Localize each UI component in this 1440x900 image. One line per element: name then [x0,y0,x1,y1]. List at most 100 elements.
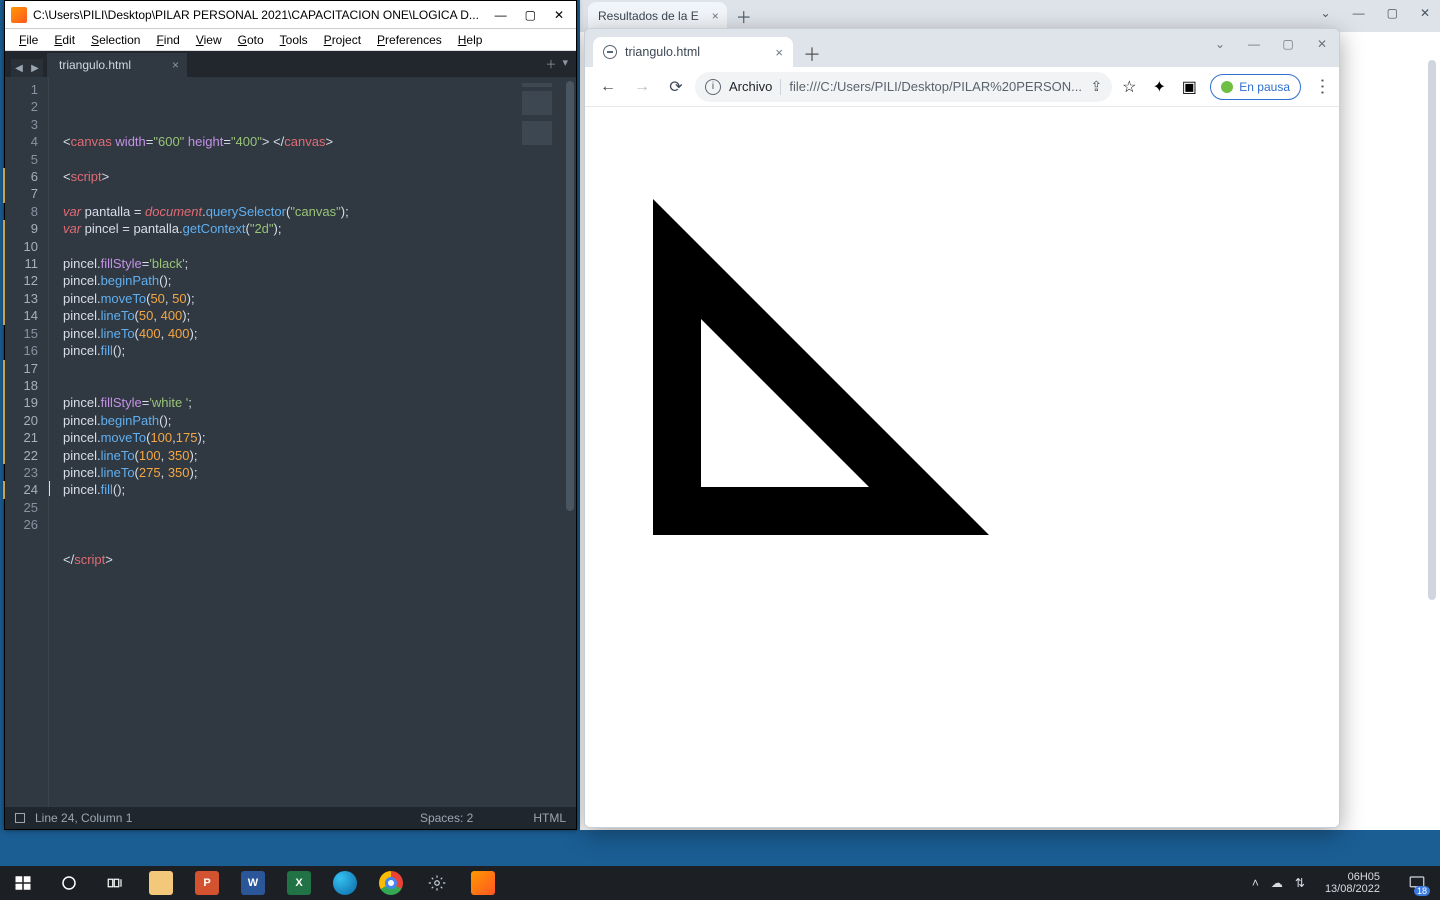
taskbar-app-word[interactable]: W [230,866,276,900]
scrollbar-thumb[interactable] [566,81,574,511]
sublime-window: C:\Users\PILI\Desktop\PILAR PERSONAL 202… [4,0,577,830]
separator [780,79,781,95]
clock-date: 13/08/2022 [1325,883,1380,895]
sublime-icon [11,7,27,23]
close-icon[interactable]: ✕ [1420,6,1430,20]
url-scheme-label: Archivo [729,79,772,94]
minimize-icon[interactable]: — [495,9,507,21]
browser-tabbar: triangulo.html × ＋ ⌄ — ▢ ✕ [585,29,1339,67]
rendered-canvas [605,151,1181,535]
editor-scrollbar[interactable] [564,77,576,807]
status-syntax[interactable]: HTML [533,811,566,825]
taskbar-clock[interactable]: 06H05 13/08/2022 [1317,871,1388,895]
chevron-down-icon[interactable]: ⌄ [1213,37,1227,51]
menu-preferences[interactable]: Preferences [369,33,450,47]
maximize-icon[interactable]: ▢ [1281,37,1295,51]
toolbar-right-icons: ☆ ✦ ▣ En pausa ⋯ [1116,74,1331,100]
address-bar[interactable]: i Archivo file:///C:/Users/PILI/Desktop/… [695,72,1112,102]
browser-tab-triangulo[interactable]: triangulo.html × [593,37,793,67]
maximize-icon[interactable]: ▢ [1387,6,1398,20]
forward-button[interactable]: → [627,72,657,102]
status-indent[interactable]: Spaces: 2 [420,811,473,825]
menu-project[interactable]: Project [316,33,369,47]
menu-selection[interactable]: Selection [83,33,148,47]
close-icon[interactable]: × [712,9,719,23]
taskbar-app-powerpoint[interactable]: P [184,866,230,900]
editor-tab-triangulo[interactable]: triangulo.html × [47,53,187,77]
chevron-down-icon[interactable]: ⌄ [1321,6,1331,20]
bg-new-tab-button[interactable]: ＋ [731,3,757,29]
close-icon[interactable]: × [172,58,179,72]
windows-taskbar: P W X ˄ ☁ ⇅ 06H05 13/08/2022 18 [0,866,1440,900]
leaf-icon [1221,81,1233,93]
side-panel-icon[interactable]: ▣ [1180,78,1198,96]
close-icon[interactable]: ✕ [554,9,564,21]
menu-view[interactable]: View [188,33,230,47]
url-text: file:///C:/Users/PILI/Desktop/PILAR%20PE… [789,79,1082,94]
line-number-gutter[interactable]: 1234567891011121314151617181920212223242… [5,77,49,807]
new-tab-button[interactable]: ＋ [799,41,825,67]
maximize-icon[interactable]: ▢ [525,9,536,21]
clock-time: 06H05 [1348,871,1380,883]
taskbar-app-sublime[interactable] [460,866,506,900]
browser-window-controls: ⌄ — ▢ ✕ [1213,37,1329,51]
task-view-button[interactable] [92,866,138,900]
bg-browser-tab[interactable]: Resultados de la E × [588,2,727,30]
sublime-window-controls: — ▢ ✕ [489,9,570,21]
browser-window: triangulo.html × ＋ ⌄ — ▢ ✕ ← → ⟳ i Archi… [584,28,1340,828]
minimize-icon[interactable]: — [1353,6,1365,20]
system-tray: ˄ ☁ ⇅ 06H05 13/08/2022 18 [1252,866,1440,900]
menu-tools[interactable]: Tools [272,33,316,47]
menu-find[interactable]: Find [148,33,187,47]
back-button[interactable]: ← [593,72,623,102]
kebab-menu-icon[interactable]: ⋯ [1313,78,1331,96]
tab-history-back[interactable]: ◀ [11,59,27,77]
panel-toggle-icon[interactable] [15,813,25,823]
share-icon[interactable]: ⇪ [1091,78,1103,95]
reload-button[interactable]: ⟳ [661,72,691,102]
close-icon[interactable]: ✕ [1315,37,1329,51]
status-cursor-position: Line 24, Column 1 [35,811,132,825]
close-icon[interactable]: × [775,45,783,60]
taskbar-app-edge[interactable] [322,866,368,900]
globe-icon [603,45,617,59]
new-tab-button[interactable]: ＋ [545,56,556,72]
tab-overflow-icon[interactable]: ▾ [562,56,568,72]
action-center-button[interactable]: 18 [1400,866,1434,900]
taskbar-app-explorer[interactable] [138,866,184,900]
menu-help[interactable]: Help [450,33,491,47]
code-editor[interactable]: <canvas width="600" height="400"> </canv… [49,77,516,807]
notification-count-badge: 18 [1414,886,1430,896]
sublime-statusbar: Line 24, Column 1 Spaces: 2 HTML [5,807,576,829]
window-title: C:\Users\PILI\Desktop\PILAR PERSONAL 202… [33,8,489,22]
minimize-icon[interactable]: — [1247,37,1261,51]
minimap[interactable] [516,77,564,807]
browser-viewport [585,107,1339,827]
taskbar-app-settings[interactable] [414,866,460,900]
sublime-titlebar[interactable]: C:\Users\PILI\Desktop\PILAR PERSONAL 202… [5,1,576,29]
taskbar-app-excel[interactable]: X [276,866,322,900]
start-button[interactable] [0,866,46,900]
tray-onedrive-icon[interactable]: ☁ [1271,876,1283,890]
tab-history-fwd[interactable]: ▶ [27,59,43,77]
cortana-button[interactable] [46,866,92,900]
sublime-tabbar: ◀ ▶ triangulo.html × ＋ ▾ [5,51,576,77]
browser-toolbar: ← → ⟳ i Archivo file:///C:/Users/PILI/De… [585,67,1339,107]
bg-window-controls: ⌄ — ▢ ✕ [1321,6,1430,20]
menu-goto[interactable]: Goto [230,33,272,47]
tray-network-icon[interactable]: ⇅ [1295,876,1305,890]
extensions-icon[interactable]: ✦ [1150,78,1168,96]
text-cursor [49,481,50,496]
bg-tab-title: Resultados de la E [598,9,699,23]
tray-chevron-icon[interactable]: ˄ [1252,876,1259,890]
taskbar-app-chrome[interactable] [368,866,414,900]
menu-file[interactable]: File [11,33,46,47]
menu-edit[interactable]: Edit [46,33,83,47]
info-icon[interactable]: i [705,79,721,95]
star-icon[interactable]: ☆ [1120,78,1138,96]
editor-tab-title: triangulo.html [59,58,131,72]
tab-history-nav: ◀ ▶ [11,59,43,77]
profile-paused-chip[interactable]: En pausa [1210,74,1301,100]
sublime-menubar: FileEditSelectionFindViewGotoToolsProjec… [5,29,576,51]
profile-paused-label: En pausa [1239,80,1290,94]
